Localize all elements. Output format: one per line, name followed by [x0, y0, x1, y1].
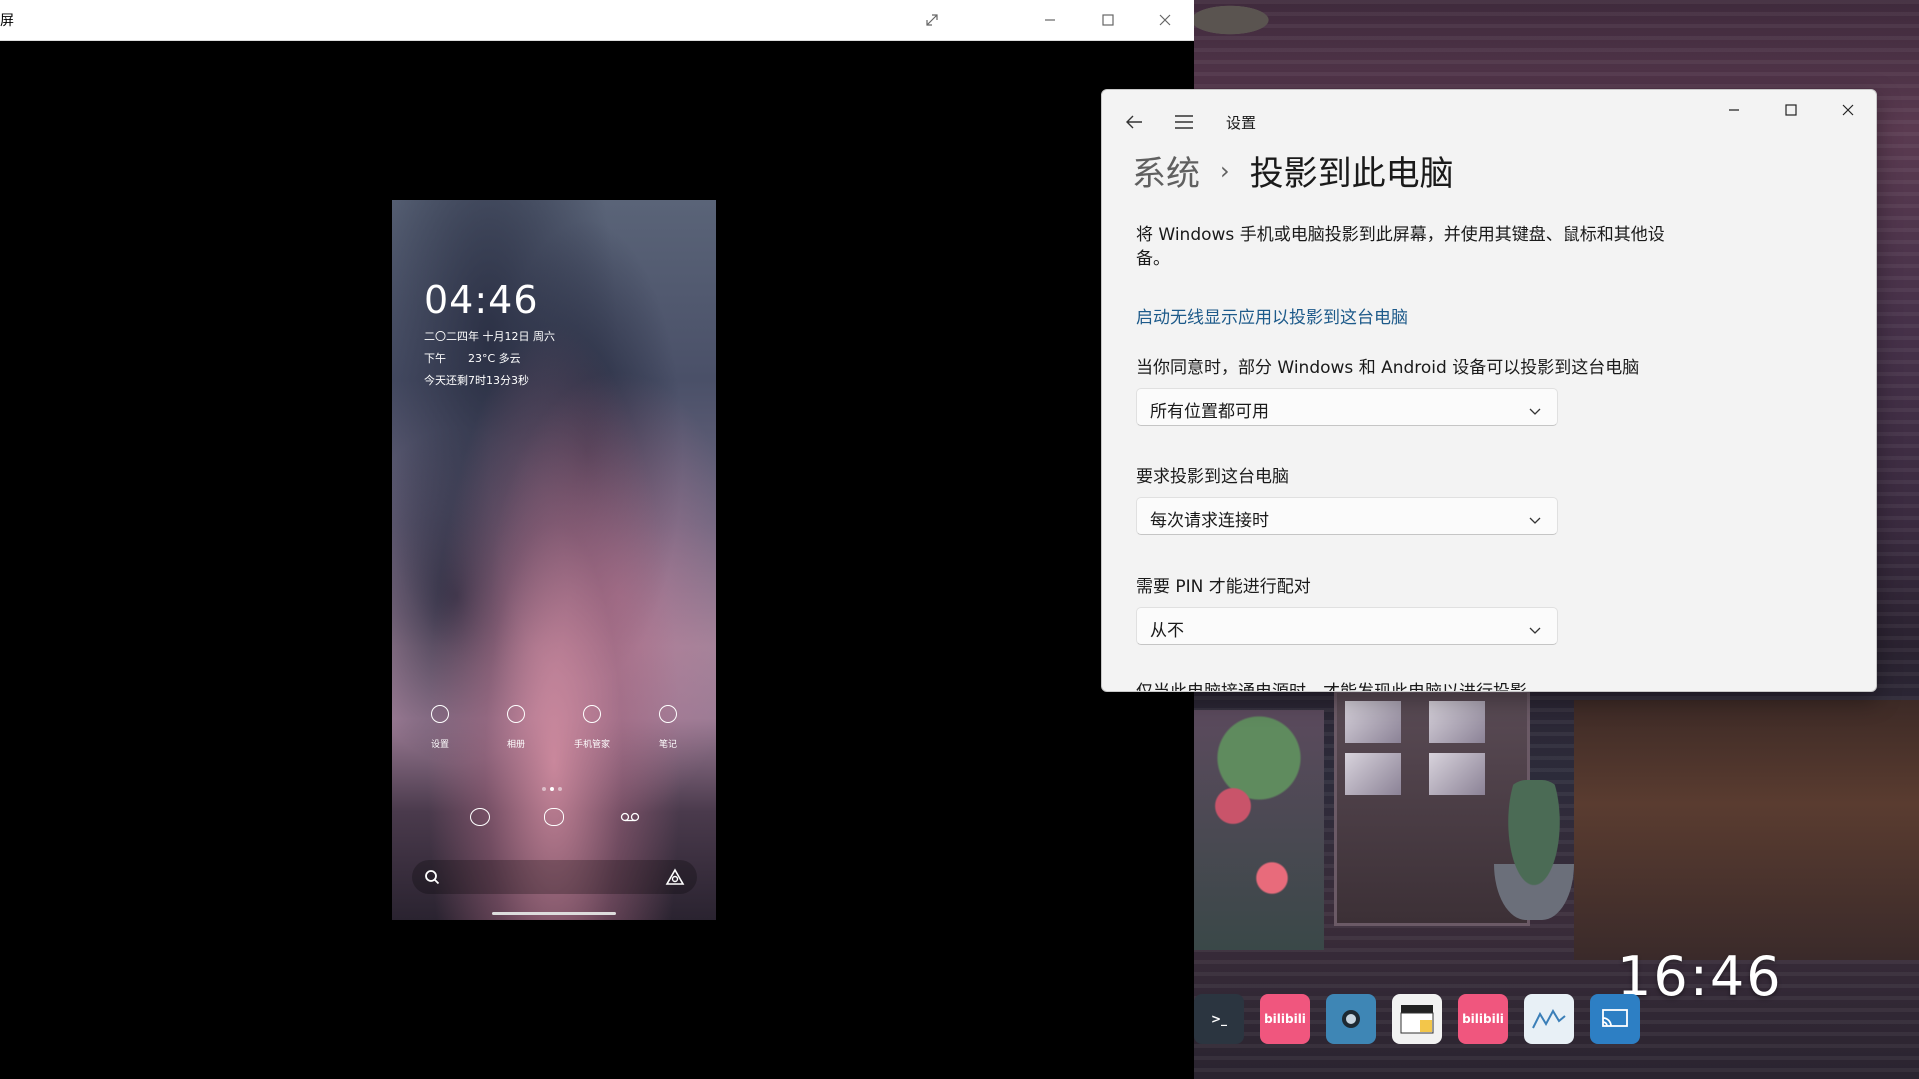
request-label: 要求投影到这台电脑 [1136, 467, 1289, 487]
breadcrumb-parent[interactable]: 系统 [1132, 146, 1200, 195]
bilibili-logo: bilibili [1462, 1012, 1504, 1026]
dropdown-value: 所有位置都可用 [1150, 402, 1269, 422]
phone-weather: 23°C 多云 [468, 352, 521, 365]
settings-icon [431, 705, 449, 723]
phone-date: 二〇二四年 十月12日 周六 [424, 330, 555, 343]
settings-maximize-icon[interactable] [1763, 90, 1819, 130]
pin-label: 需要 PIN 才能进行配对 [1136, 577, 1311, 597]
page-description: 将 Windows 手机或电脑投影到此屏幕，并使用其键盘、鼠标和其他设备。 [1136, 225, 1665, 269]
search-icon [425, 870, 440, 885]
cast-icon[interactable] [1590, 994, 1640, 1044]
app-label: 笔记 [658, 740, 677, 750]
back-arrow-icon[interactable] [1118, 106, 1150, 138]
phone-manager-icon [583, 705, 601, 723]
recorder-icon[interactable] [620, 808, 640, 824]
phone-time: 04:46 [424, 278, 539, 322]
hamburger-menu-icon[interactable] [1168, 106, 1200, 138]
chevron-down-icon [1529, 620, 1541, 639]
wallpaper-plant [1494, 780, 1574, 920]
request-dropdown[interactable]: 每次请求连接时 [1136, 497, 1558, 535]
phone-screen[interactable]: 04:46 二〇二四年 十月12日 周六 下午 23°C 多云 今天还剩7时13… [392, 200, 716, 920]
wallpaper-flowers [1194, 710, 1324, 950]
app-label: 手机管家 [573, 740, 610, 750]
app-notes[interactable]: 笔记 [638, 705, 698, 750]
minimize-icon[interactable] [1022, 0, 1078, 40]
chevron-down-icon [1529, 510, 1541, 529]
page-indicator [540, 776, 564, 795]
pin-dropdown[interactable]: 从不 [1136, 607, 1558, 645]
dropdown-value: 从不 [1150, 621, 1184, 641]
gallery-icon [507, 705, 525, 723]
maximize-icon[interactable] [1080, 0, 1136, 40]
expand-icon[interactable] [904, 0, 960, 40]
phone-search-bar[interactable] [412, 860, 697, 894]
app-label: 设置 [430, 740, 449, 750]
mirror-titlebar: 屏 [0, 0, 1194, 41]
settings-window: 设置 系统 › 投影到此电脑 将 Windows 手机或电脑投影到此屏幕，并使用… [1101, 89, 1877, 692]
wallpaper-lamp [1194, 0, 1284, 40]
settings-minimize-icon[interactable] [1706, 90, 1762, 130]
dropdown-value: 每次请求连接时 [1150, 511, 1269, 531]
bilibili-logo: bilibili [1264, 1012, 1306, 1026]
wallpaper-table [1574, 700, 1919, 960]
settings-title: 设置 [1226, 114, 1257, 132]
home-indicator[interactable] [492, 912, 616, 915]
app-gallery[interactable]: 相册 [486, 705, 546, 750]
app-phone-manager[interactable]: 手机管家 [562, 705, 622, 750]
app-label: 相册 [506, 740, 525, 750]
terminal-icon[interactable]: >_ [1194, 994, 1244, 1044]
camera-icon[interactable] [470, 808, 490, 826]
monitor-icon[interactable] [1524, 994, 1574, 1044]
availability-dropdown[interactable]: 所有位置都可用 [1136, 388, 1558, 426]
app-settings[interactable]: 设置 [410, 705, 470, 750]
wireless-display-link[interactable]: 启动无线显示应用以投影到这台电脑 [1136, 303, 1408, 328]
page-title: 投影到此电脑 [1249, 154, 1454, 194]
phone-countdown: 今天还剩7时13分3秒 [424, 374, 529, 387]
chevron-right-icon: › [1220, 156, 1230, 185]
notes-icon [659, 705, 677, 723]
message-icon[interactable] [544, 808, 564, 826]
desktop-clock: 16:46 [1617, 945, 1783, 1008]
chevron-down-icon [1529, 401, 1541, 420]
breadcrumb: 系统 › 投影到此电脑 [1132, 146, 1454, 195]
phone-period: 下午 [424, 352, 446, 365]
bilibili-icon[interactable]: bilibili [1260, 994, 1310, 1044]
terminal-icon-glyph: >_ [1210, 1012, 1228, 1026]
power-option-label: 仅当此电脑接通电源时，才能发现此电脑以进行投影 [1136, 682, 1527, 692]
availability-label: 当你同意时，部分 Windows 和 Android 设备可以投影到这台电脑 [1136, 358, 1640, 378]
bilibili-icon[interactable]: bilibili [1458, 994, 1508, 1044]
calendar-icon[interactable] [1392, 994, 1442, 1044]
obs-icon[interactable] [1326, 994, 1376, 1044]
assistant-icon [665, 868, 685, 885]
mirror-window-title: 屏 [0, 13, 14, 29]
phone-mirror-window: 屏 04:46 二〇二四年 十月12日 周六 下午 23°C 多云 今天还剩7时… [0, 0, 1194, 1079]
settings-close-icon[interactable] [1820, 90, 1876, 130]
close-icon[interactable] [1137, 0, 1193, 40]
